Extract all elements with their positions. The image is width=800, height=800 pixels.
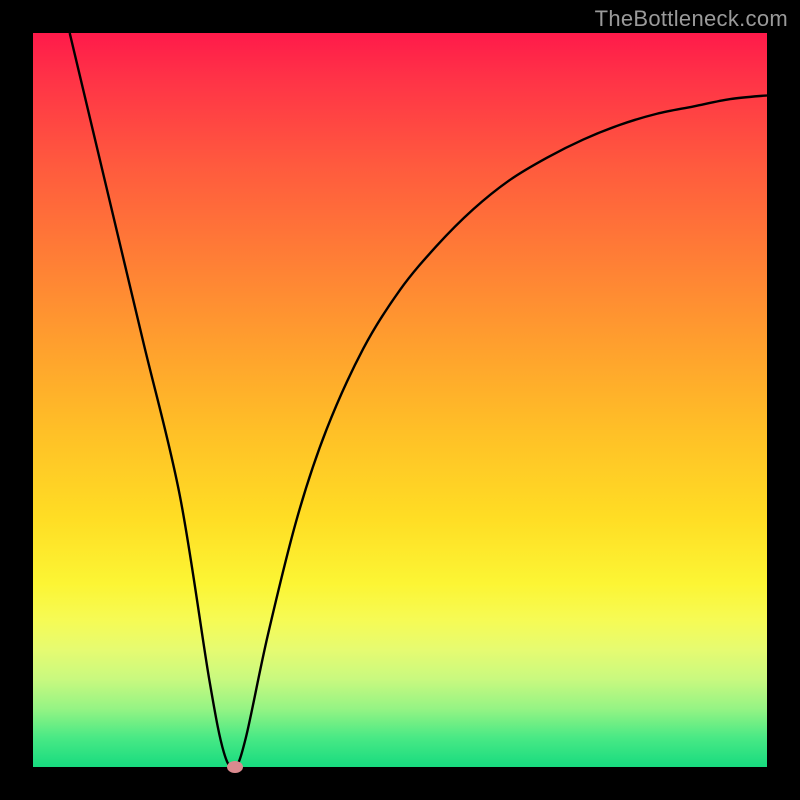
curve-path xyxy=(70,33,767,767)
watermark-text: TheBottleneck.com xyxy=(595,6,788,32)
curve-svg xyxy=(33,33,767,767)
minimum-marker xyxy=(227,761,243,773)
chart-frame: TheBottleneck.com xyxy=(0,0,800,800)
plot-area xyxy=(33,33,767,767)
